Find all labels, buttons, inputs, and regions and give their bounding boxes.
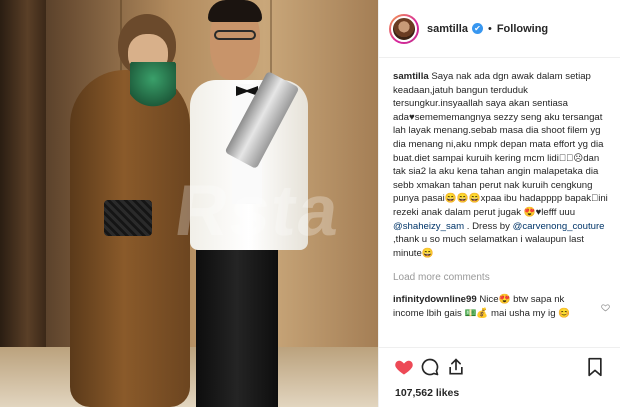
bookmark-icon[interactable] [582, 354, 608, 380]
comment-like-heart-icon[interactable] [594, 293, 610, 320]
watermark: Rsta [170, 171, 346, 251]
comment-username[interactable]: infinitydownline99 [393, 294, 477, 305]
caption-username[interactable]: samtilla [393, 71, 429, 82]
clutch-bag [104, 200, 152, 236]
likes-count[interactable]: 107,562 likes [379, 385, 620, 407]
post-photo[interactable]: Rsta [0, 0, 378, 407]
glasses [214, 30, 256, 40]
following-button[interactable]: Following [497, 23, 548, 35]
load-more-comments-button[interactable]: Load more comments [393, 272, 610, 283]
man-trousers [196, 248, 278, 407]
separator-dot: • [487, 22, 492, 35]
mention-link[interactable]: @shaheizy_sam [393, 221, 464, 232]
caption-text: ,thank u so much selamatkan i walaupun l… [393, 234, 584, 259]
post-caption: samtilla Saya nak ada dgn awak dalam set… [393, 70, 610, 260]
photo-pillar [0, 0, 46, 407]
mention-link[interactable]: @carvenong_couture [513, 221, 605, 232]
comment-item: infinitydownline99 Nice😍 btw sapa nk inc… [393, 293, 610, 320]
comment-body: infinitydownline99 Nice😍 btw sapa nk inc… [393, 293, 594, 320]
caption-text: Saya nak ada dgn awak dalam setiap keada… [393, 71, 608, 218]
header-username[interactable]: samtilla [427, 23, 468, 35]
post-sidebar: samtilla ✔ • Following samtilla Saya nak… [378, 0, 620, 407]
like-heart-icon[interactable] [391, 354, 417, 380]
comments-area[interactable]: samtilla Saya nak ada dgn awak dalam set… [379, 58, 620, 347]
necklace [130, 62, 176, 118]
man-hair [208, 0, 262, 22]
post-frame: Rsta samtilla ✔ • Following samtilla Say… [0, 0, 620, 407]
verified-badge-icon: ✔ [471, 23, 483, 34]
action-bar [379, 347, 620, 385]
caption-text: . Dress by [466, 220, 510, 232]
comment-icon[interactable] [417, 354, 443, 380]
post-header: samtilla ✔ • Following [379, 0, 620, 58]
avatar[interactable] [389, 13, 419, 44]
avatar-image [391, 15, 417, 42]
share-icon[interactable] [443, 354, 469, 380]
